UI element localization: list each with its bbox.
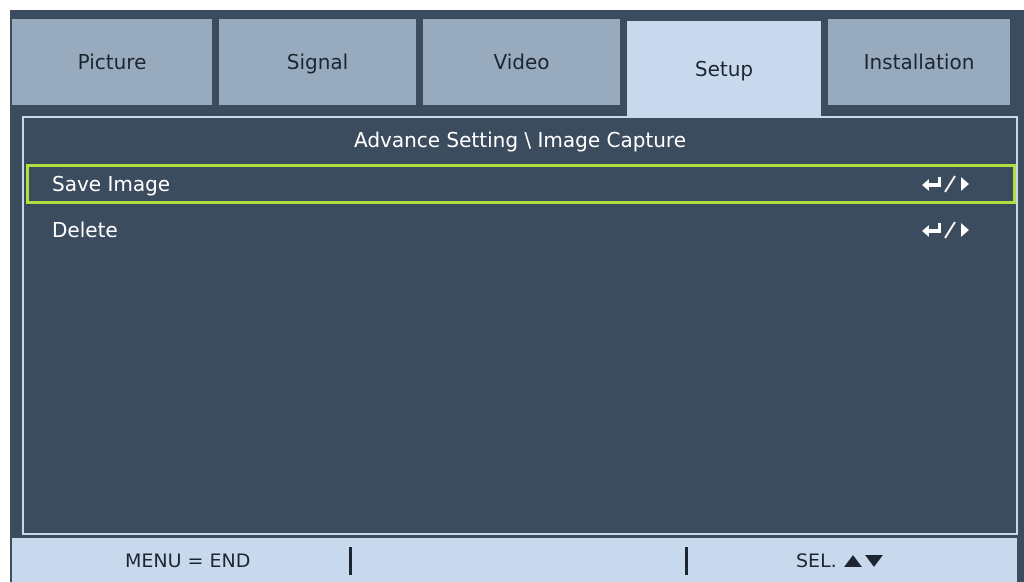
hint-bar: MENU = END SEL. (12, 538, 1017, 582)
menu-item-save-image[interactable]: Save Image (26, 164, 1016, 204)
tab-video[interactable]: Video (423, 19, 620, 105)
breadcrumb: Advance Setting \ Image Capture (353, 128, 687, 152)
divider (349, 547, 352, 575)
enter-right-icon (920, 174, 976, 194)
menu-item-delete[interactable]: Delete (26, 210, 1016, 250)
tab-installation[interactable]: Installation (828, 19, 1010, 105)
up-down-arrows-icon (843, 555, 883, 567)
tab-setup[interactable]: Setup (627, 21, 821, 116)
divider (685, 547, 688, 575)
menu-end-hint: MENU = END (125, 550, 251, 572)
menu-item-label: Delete (52, 218, 118, 242)
osd-menu: Picture Signal Video Setup Installation … (10, 10, 1024, 582)
enter-right-icon (920, 220, 976, 240)
select-hint-label: SEL. (796, 550, 837, 572)
tab-signal[interactable]: Signal (219, 19, 416, 105)
tab-picture[interactable]: Picture (12, 19, 212, 105)
menu-item-label: Save Image (52, 172, 171, 196)
select-hint: SEL. (796, 550, 885, 572)
content-panel: Advance Setting \ Image Capture Save Ima… (22, 116, 1018, 535)
